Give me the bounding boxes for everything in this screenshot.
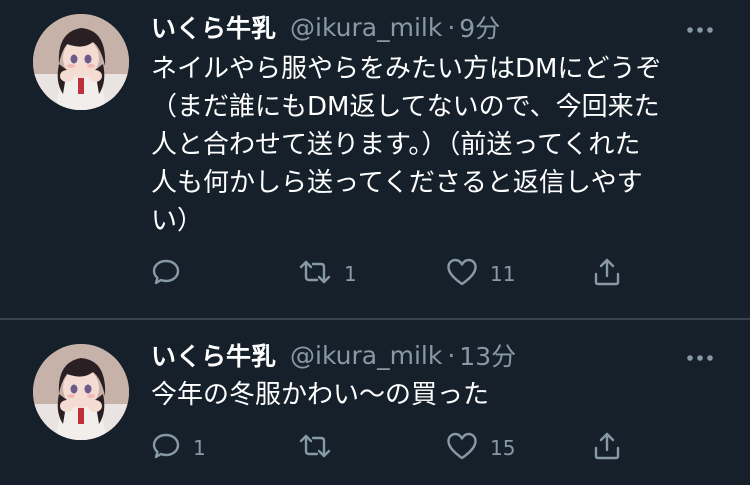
reply-button[interactable] [151, 254, 193, 294]
tweet-actions: 1 11 [151, 254, 671, 294]
heart-icon [446, 431, 478, 466]
tweet-text: 今年の冬服かわい〜の買った [151, 380, 490, 410]
more-horizontal-icon [686, 19, 714, 38]
display-name[interactable]: いくら牛乳 [151, 9, 276, 45]
user-handle[interactable]: @ikura_milk [290, 341, 442, 370]
like-button[interactable]: 11 [446, 254, 515, 294]
tweet-actions: 1 15 [151, 428, 671, 468]
tweet-header: いくら牛乳 @ikura_milk · 13分 [151, 338, 516, 372]
retweet-icon [298, 257, 332, 292]
timestamp[interactable]: 13分 [459, 337, 516, 373]
share-button[interactable] [592, 254, 622, 294]
share-icon [592, 431, 622, 466]
retweet-button[interactable]: 1 [298, 254, 357, 294]
heart-icon [446, 257, 478, 292]
timestamp[interactable]: 9分 [459, 9, 500, 45]
more-horizontal-icon [686, 347, 714, 366]
avatar[interactable] [33, 14, 129, 110]
reply-icon [151, 431, 181, 466]
tweet[interactable]: いくら牛乳 @ikura_milk · 9分 ネイルやら服やらをみたい方はDMに… [0, 0, 750, 318]
retweet-button[interactable] [298, 428, 344, 468]
tweet-text: ネイルやら服やらをみたい方はDMにどうぞ （まだ誰にもDM返してないので、今回来… [151, 54, 662, 236]
more-options-button[interactable] [680, 13, 720, 43]
tweet[interactable]: いくら牛乳 @ikura_milk · 13分 今年の冬服かわい〜の買った 1 [0, 320, 750, 485]
share-icon [592, 257, 622, 292]
user-handle[interactable]: @ikura_milk [290, 13, 442, 42]
separator-dot: · [447, 340, 456, 370]
avatar[interactable] [33, 344, 129, 440]
like-button[interactable]: 15 [446, 428, 515, 468]
display-name[interactable]: いくら牛乳 [151, 337, 276, 373]
retweet-icon [298, 431, 332, 466]
like-count: 15 [490, 436, 516, 460]
retweet-count: 1 [344, 262, 357, 286]
tweet-header: いくら牛乳 @ikura_milk · 9分 [151, 10, 500, 44]
reply-icon [151, 257, 181, 292]
share-button[interactable] [592, 428, 622, 468]
separator-dot: · [447, 12, 456, 42]
reply-button[interactable]: 1 [151, 428, 206, 468]
like-count: 11 [490, 262, 516, 286]
reply-count: 1 [193, 436, 206, 460]
more-options-button[interactable] [680, 341, 720, 371]
